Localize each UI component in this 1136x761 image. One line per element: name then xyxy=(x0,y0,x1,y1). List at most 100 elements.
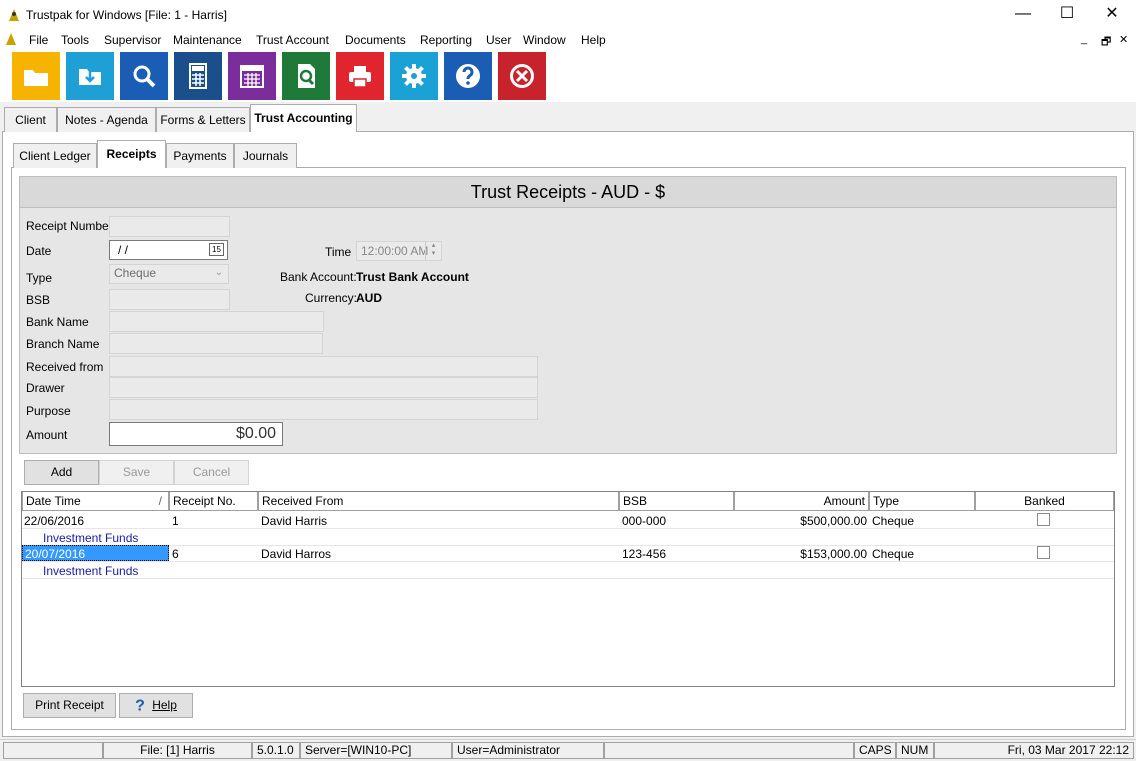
sort-indicator-icon: / xyxy=(158,494,162,508)
mdi-minimize-button[interactable]: _ xyxy=(1081,33,1087,45)
menu-trust-account[interactable]: Trust Account xyxy=(256,33,329,47)
print-button[interactable] xyxy=(336,52,384,100)
bank-name-field[interactable] xyxy=(109,311,324,332)
row-receipt-no: 1 xyxy=(172,514,179,528)
calendar-button[interactable] xyxy=(228,52,276,100)
help-button[interactable]: ? Help xyxy=(119,693,193,718)
mdi-app-icon[interactable] xyxy=(4,32,18,46)
menu-user[interactable]: User xyxy=(486,33,511,47)
calendar-picker-icon[interactable]: 15 xyxy=(209,243,224,256)
status-version: 5.0.1.0 xyxy=(252,742,300,759)
date-value: / / xyxy=(118,243,129,257)
search-icon xyxy=(133,65,156,88)
column-header-banked[interactable]: Banked xyxy=(975,492,1114,511)
exit-icon xyxy=(510,64,534,88)
row-divider xyxy=(22,578,1114,579)
help-icon xyxy=(456,64,480,88)
column-header-receipt-no[interactable]: Receipt No. xyxy=(169,492,258,511)
import-button[interactable] xyxy=(66,52,114,100)
download-icon xyxy=(79,69,101,85)
received-from-field[interactable] xyxy=(109,356,538,377)
menu-supervisor[interactable]: Supervisor xyxy=(104,33,161,47)
row-purpose: Investment Funds xyxy=(43,564,139,578)
mdi-close-button[interactable]: ✕ xyxy=(1119,33,1128,46)
form-title: Trust Receipts - AUD - $ xyxy=(20,177,1116,208)
amount-label: Amount xyxy=(26,428,68,442)
column-header-received-from[interactable]: Received From xyxy=(258,492,619,511)
minimize-button[interactable]: — xyxy=(1000,0,1046,30)
tab-trust-accounting[interactable]: Trust Accounting xyxy=(250,104,357,132)
app-logo-icon xyxy=(6,7,22,23)
status-caps: CAPS xyxy=(854,742,896,759)
currency-value: AUD xyxy=(356,291,382,305)
row-type: Cheque xyxy=(872,514,915,528)
status-blank-panel xyxy=(604,742,854,759)
row-received-from: David Harris xyxy=(261,514,328,528)
purpose-label: Purpose xyxy=(26,404,71,418)
menu-documents[interactable]: Documents xyxy=(345,33,406,47)
drawer-field[interactable] xyxy=(109,377,538,398)
currency-label: Currency: xyxy=(305,291,358,305)
menu-maintenance[interactable]: Maintenance xyxy=(173,33,242,47)
chevron-down-icon: ⌄ xyxy=(214,267,223,278)
type-select[interactable]: Cheque ⌄ xyxy=(109,264,229,284)
received-from-label: Received from xyxy=(26,360,104,374)
help-button-label: Help xyxy=(152,698,177,712)
row-amount: $500,000.00 xyxy=(800,514,867,528)
date-label: Date xyxy=(26,244,52,258)
branch-name-field[interactable] xyxy=(109,333,323,354)
calculator-button[interactable] xyxy=(174,52,222,100)
amount-field[interactable]: $0.00 xyxy=(109,422,283,446)
calculator-icon xyxy=(189,63,207,89)
tab-client-ledger[interactable]: Client Ledger xyxy=(13,143,97,168)
search-button[interactable] xyxy=(120,52,168,100)
menu-tools[interactable]: Tools xyxy=(61,33,89,47)
print-receipt-button[interactable]: Print Receipt xyxy=(23,693,116,718)
time-label: Time xyxy=(325,245,352,259)
status-user: User=Administrator xyxy=(452,742,604,759)
tab-forms-letters[interactable]: Forms & Letters xyxy=(156,107,250,132)
status-server: Server=[WIN10-PC] xyxy=(300,742,452,759)
tab-journals[interactable]: Journals xyxy=(234,143,297,168)
bsb-field[interactable] xyxy=(109,289,230,310)
status-num: NUM xyxy=(896,742,934,759)
column-header-bsb[interactable]: BSB xyxy=(619,492,734,511)
time-spinner[interactable]: ▴ ▾ xyxy=(425,242,441,260)
exit-button[interactable] xyxy=(498,52,546,100)
tab-receipts[interactable]: Receipts xyxy=(97,140,166,168)
drawer-label: Drawer xyxy=(26,381,65,395)
menu-help[interactable]: Help xyxy=(581,33,606,47)
row-banked-checkbox[interactable] xyxy=(1037,513,1050,526)
status-empty-panel xyxy=(3,742,103,759)
document-search-button[interactable] xyxy=(282,52,330,100)
row-date-selected[interactable]: 20/07/2016 xyxy=(22,545,169,561)
menu-reporting[interactable]: Reporting xyxy=(420,33,472,47)
printer-icon xyxy=(349,66,371,88)
tab-notes-agenda[interactable]: Notes - Agenda xyxy=(57,107,156,132)
open-file-button[interactable] xyxy=(12,52,60,100)
type-value: Cheque xyxy=(114,266,157,280)
row-bsb: 000-000 xyxy=(622,514,667,528)
maximize-button[interactable]: ☐ xyxy=(1044,0,1090,30)
gear-icon xyxy=(402,64,426,88)
row-divider xyxy=(22,528,1114,529)
help-toolbar-button[interactable] xyxy=(444,52,492,100)
settings-button[interactable] xyxy=(390,52,438,100)
status-datetime: Fri, 03 Mar 2017 22:12 xyxy=(934,742,1134,759)
tab-client[interactable]: Client xyxy=(4,107,57,132)
column-header-type[interactable]: Type xyxy=(869,492,975,511)
close-button[interactable]: ✕ xyxy=(1089,0,1135,30)
row-banked-checkbox[interactable] xyxy=(1037,546,1050,559)
cancel-button[interactable]: Cancel xyxy=(174,460,249,485)
tab-payments[interactable]: Payments xyxy=(166,143,234,168)
add-button[interactable]: Add xyxy=(24,460,99,485)
row-purpose: Investment Funds xyxy=(43,531,139,545)
row-type: Cheque xyxy=(872,547,915,561)
menu-file[interactable]: File xyxy=(29,33,48,47)
column-header-amount[interactable]: Amount xyxy=(734,492,869,511)
column-header-date-time[interactable]: Date Time / xyxy=(22,492,169,511)
menu-window[interactable]: Window xyxy=(523,33,566,47)
purpose-field[interactable] xyxy=(109,399,538,420)
save-button[interactable]: Save xyxy=(99,460,174,485)
row-divider xyxy=(22,561,1114,562)
